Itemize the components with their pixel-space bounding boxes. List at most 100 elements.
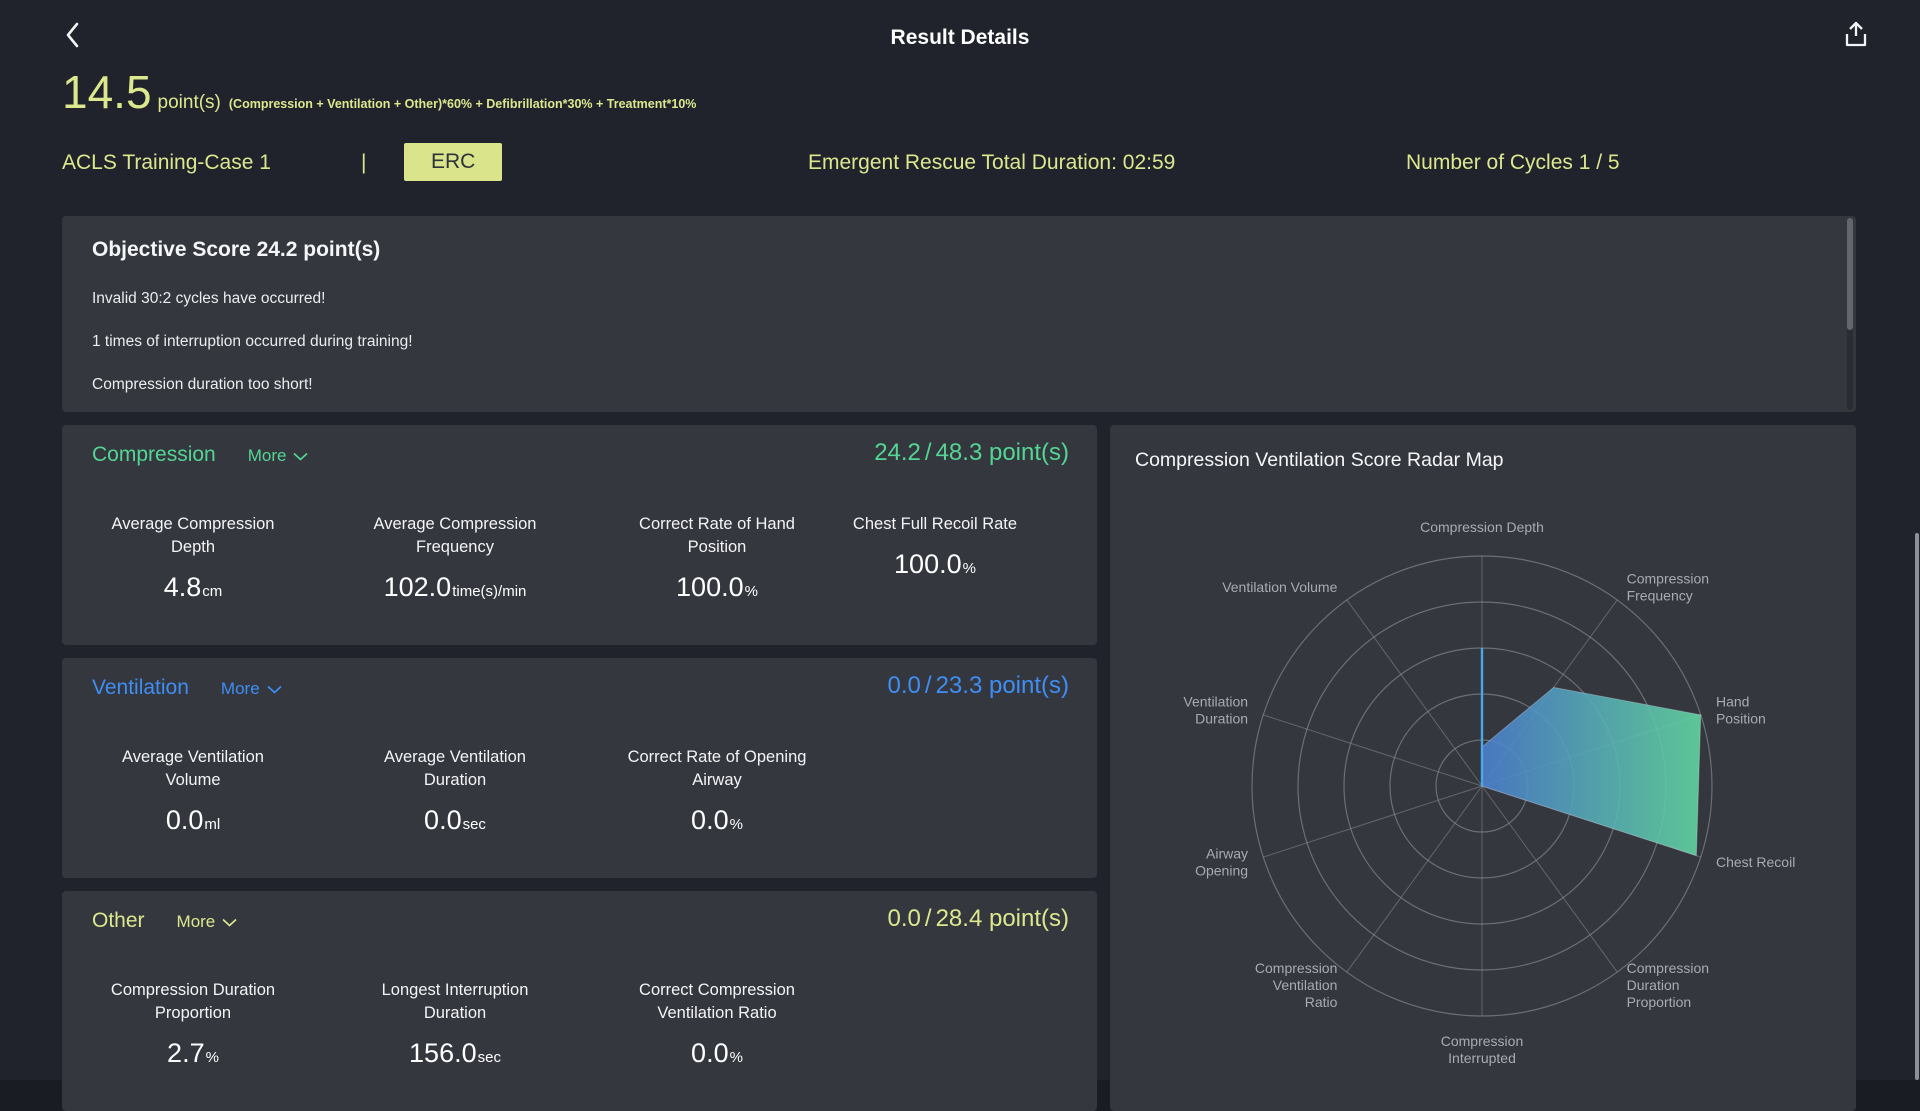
metric-unit: % [729, 1049, 743, 1066]
svg-text:CompressionDurationProportion: Compression Duration Proportion [1627, 960, 1709, 1010]
panel-scrollbar[interactable] [1847, 218, 1853, 410]
metric-unit: sec [462, 816, 486, 833]
page-title: Result Details [890, 26, 1030, 49]
metric-label: Chest Full Recoil Rate [852, 515, 1018, 533]
metric-unit: ml [204, 816, 221, 833]
metric-label: Correct Rate of Hand Position [639, 515, 795, 556]
metric-label: Longest Interruption Duration [381, 981, 529, 1022]
score-max: 48.3 [935, 439, 983, 466]
chevron-down-icon [286, 446, 309, 466]
metric-label: Average Ventilation Volume [122, 748, 264, 789]
metric-value: 0.0 [424, 805, 462, 835]
ventilation-section: Ventilation More 0.0/23.3 point(s) Avera… [62, 658, 1097, 878]
more-label: More [247, 446, 287, 465]
metric: Correct Rate of Opening Airway 0.0% [622, 746, 812, 836]
metric: Correct Rate of Hand Position 100.0% [622, 513, 812, 603]
objective-score-panel: Objective Score 24.2 point(s) Invalid 30… [62, 216, 1856, 412]
metric-unit: % [962, 560, 976, 577]
more-label: More [220, 679, 260, 698]
chevron-down-icon [260, 679, 282, 699]
svg-text:VentilationDuration: Ventilation Duration [1183, 693, 1248, 726]
objective-message: 1 times of interruption occurred during … [92, 333, 413, 350]
share-button[interactable] [1834, 14, 1878, 58]
metric: Correct Compression Ventilation Ratio 0.… [622, 979, 812, 1069]
svg-text:CompressionVentilationRatio: Compression Ventilation Ratio [1255, 960, 1338, 1010]
compression-score: 24.2/48.3 point(s) [874, 439, 1069, 467]
score-current: 24.2 [874, 439, 921, 466]
other-more-button[interactable]: More [177, 912, 238, 932]
compression-metrics: Average Compression Depth 4.8cm Average … [62, 513, 1097, 633]
metric: Compression Duration Proportion 2.7% [98, 979, 288, 1069]
panel-scrollbar-thumb[interactable] [1847, 218, 1853, 330]
total-duration: Emergent Rescue Total Duration: 02:59 [808, 151, 1176, 174]
metric-unit: % [744, 583, 758, 600]
total-score: 14.5 point(s) (Compression + Ventilation… [62, 66, 696, 118]
metric-value: 100.0 [676, 572, 744, 602]
svg-text:Compression Depth: Compression Depth [1420, 519, 1544, 535]
score-unit: point(s) [988, 439, 1069, 466]
metric: Chest Full Recoil Rate 100.0% [840, 513, 1030, 580]
objective-message: Invalid 30:2 cycles have occurred! [92, 290, 326, 307]
svg-text:Chest Recoil: Chest Recoil [1716, 854, 1795, 870]
cycles-count: Number of Cycles 1 / 5 [1406, 151, 1620, 174]
ventilation-metrics: Average Ventilation Volume 0.0ml Average… [62, 746, 1097, 866]
score-separator: / [924, 439, 932, 466]
metric-label: Average Compression Depth [111, 515, 275, 556]
metric-unit: sec [477, 1049, 501, 1066]
metric-label: Compression Duration Proportion [110, 981, 276, 1022]
radar-chart: Compression Depth Compression Frequency Han… [1183, 519, 1795, 1066]
score-current: 0.0 [887, 905, 921, 932]
chevron-down-icon [215, 912, 237, 932]
metric: Average Compression Depth 4.8cm [98, 513, 288, 603]
score-separator: / [924, 905, 932, 932]
metric-value: 4.8 [163, 572, 202, 602]
objective-score-title: Objective Score 24.2 point(s) [92, 238, 381, 261]
score-current: 0.0 [887, 672, 921, 699]
page-scrollbar-thumb[interactable] [1915, 533, 1919, 1080]
metric-value: 102.0 [383, 572, 452, 602]
protocol-badge: ERC [404, 143, 503, 181]
total-score-value: 14.5 [62, 66, 152, 118]
metric-value: 2.7 [167, 1038, 205, 1068]
other-section: Other More 0.0/28.4 point(s) Compression… [62, 891, 1097, 1111]
session-info-row: ACLS Training-Case 1 | ERC Emergent Resc… [62, 143, 1856, 185]
metric-unit: % [205, 1049, 219, 1066]
total-score-unit: point(s) [157, 92, 221, 113]
separator: | [361, 151, 367, 174]
ventilation-score: 0.0/23.3 point(s) [888, 672, 1069, 700]
objective-message: Compression duration too short! [92, 376, 313, 393]
svg-text:AirwayOpening: Airway Opening [1195, 846, 1248, 879]
metric-value: 0.0 [691, 1038, 729, 1068]
svg-text:CompressionFrequency: Compression Frequency [1627, 570, 1709, 603]
metric: Average Ventilation Volume 0.0ml [98, 746, 288, 836]
score-max: 28.4 [935, 905, 983, 932]
svg-text:HandPosition: Hand Position [1716, 693, 1766, 726]
other-score: 0.0/28.4 point(s) [888, 905, 1069, 933]
compression-section-title: Compression [92, 443, 216, 466]
more-label: More [176, 912, 216, 931]
compression-more-button[interactable]: More [248, 446, 309, 466]
metric-value: 0.0 [165, 805, 204, 835]
metric-value: 156.0 [409, 1038, 477, 1068]
other-metrics: Compression Duration Proportion 2.7% Lon… [62, 979, 1097, 1099]
score-separator: / [924, 672, 932, 699]
svg-text:CompressionInterrupted: Compression Interrupted [1441, 1033, 1523, 1066]
metric-label: Average Compression Frequency [373, 515, 537, 556]
score-formula: (Compression + Ventilation + Other)*60% … [228, 97, 697, 111]
share-icon [1842, 20, 1870, 53]
metric-value: 0.0 [691, 805, 729, 835]
metric-unit: time(s)/min [452, 583, 527, 600]
ventilation-more-button[interactable]: More [221, 679, 282, 699]
metric-label: Correct Compression Ventilation Ratio [639, 981, 795, 1022]
ventilation-section-title: Ventilation [92, 676, 189, 699]
metric-label: Average Ventilation Duration [384, 748, 526, 789]
case-name: ACLS Training-Case 1 [62, 151, 271, 174]
metric-unit: % [729, 816, 743, 833]
radar-panel: Compression Ventilation Score Radar Map … [1110, 425, 1856, 1111]
score-unit: point(s) [988, 672, 1069, 699]
metric-unit: cm [202, 583, 223, 600]
other-section-title: Other [92, 909, 145, 932]
score-max: 23.3 [935, 672, 983, 699]
score-unit: point(s) [988, 905, 1069, 932]
compression-section: Compression More 24.2/48.3 point(s) Aver… [62, 425, 1097, 645]
